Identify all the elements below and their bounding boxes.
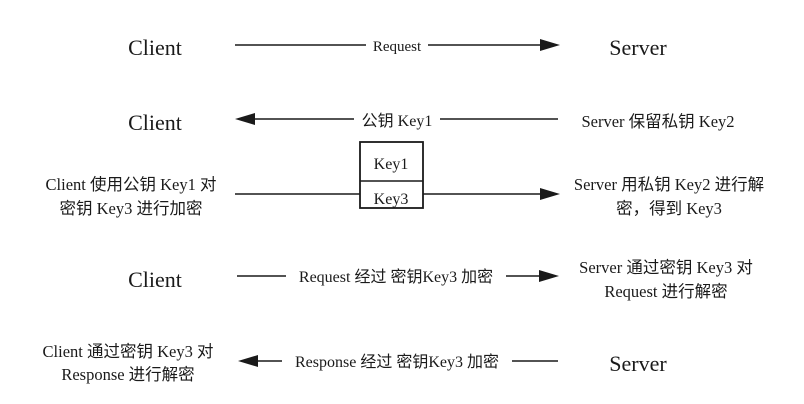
row-5-client-label-line-2: Response 进行解密: [61, 365, 194, 384]
row-4-arrowhead-right: [539, 270, 559, 282]
row-5-arrowhead-left: [238, 355, 258, 367]
row-3-server-label-line-2: 密，得到 Key3: [616, 199, 722, 218]
row-1-message-label: Request: [373, 39, 422, 55]
row-2-arrowhead-left: [235, 113, 255, 125]
row-5-encrypted-response: Client 通过密钥 Key3 对 Response 进行解密 Respons…: [43, 342, 668, 384]
row-2-message-label: 公钥 Key1: [362, 112, 433, 130]
row-2-public-key: Client 公钥 Key1 Server 保留私钥 Key2: [128, 110, 734, 135]
row-1-client-label: Client: [128, 35, 182, 60]
row-2-client-label: Client: [128, 110, 182, 135]
row-4-server-label-line-2: Request 进行解密: [604, 282, 727, 301]
key-box-top-label: Key1: [374, 156, 409, 173]
row-3-server-label-line-1: Server 用私钥 Key2 进行解: [574, 175, 764, 194]
row-3-client-label-line-2: 密钥 Key3 进行加密: [60, 199, 203, 218]
row-5-client-label-line-1: Client 通过密钥 Key3 对: [43, 342, 214, 361]
row-3-encrypted-key: Client 使用公钥 Key1 对 密钥 Key3 进行加密 Server 用…: [46, 141, 764, 218]
row-1-request: Client Request Server: [128, 35, 667, 60]
row-1-server-label: Server: [609, 35, 667, 60]
row-5-server-label: Server: [609, 351, 667, 376]
key-box-bottom-label: Key3: [374, 191, 409, 208]
row-4-server-label-line-1: Server 通过密钥 Key3 对: [579, 258, 753, 277]
key-box: Key1 Key3: [359, 141, 424, 209]
row-5-message-label: Response 经过 密钥Key3 加密: [295, 353, 499, 371]
row-2-server-label: Server 保留私钥 Key2: [581, 112, 734, 131]
row-4-client-label: Client: [128, 267, 182, 292]
row-1-arrowhead-right: [540, 39, 560, 51]
row-3-client-label-line-1: Client 使用公钥 Key1 对: [46, 175, 217, 194]
row-3-arrowhead-right: [540, 188, 560, 200]
key-exchange-diagram: Client Request Server Client 公钥 Key1 Ser…: [43, 35, 765, 384]
row-4-encrypted-request: Client Request 经过 密钥Key3 加密 Server 通过密钥 …: [128, 258, 753, 301]
row-4-message-label: Request 经过 密钥Key3 加密: [299, 268, 493, 286]
